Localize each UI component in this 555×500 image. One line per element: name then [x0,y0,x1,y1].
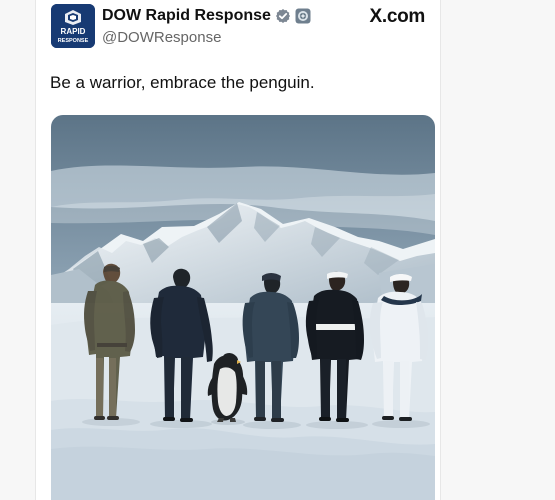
avatar-text-line-2: RESPONSE [58,38,89,44]
post-image[interactable] [51,115,435,500]
source-label[interactable]: X.com [369,6,425,28]
user-handle[interactable]: @DOWResponse [102,29,322,46]
avatar-text-line-1: RAPID [61,27,86,36]
display-name[interactable]: DOW Rapid Response [102,7,271,25]
post-card: RAPID RESPONSE DOW Rapid Response @DOWRe… [35,0,441,500]
organization-badge-icon [295,8,311,24]
avatar[interactable]: RAPID RESPONSE [51,4,95,48]
name-row: DOW Rapid Response [102,6,322,26]
user-block: DOW Rapid Response @DOWResponse [102,6,322,48]
verified-badge-icon [275,8,291,24]
post-header: RAPID RESPONSE DOW Rapid Response @DOWRe… [51,4,436,54]
source-link[interactable]: X.com [369,6,425,28]
page: RAPID RESPONSE DOW Rapid Response @DOWRe… [0,0,555,500]
post-text: Be a warrior, embrace the penguin. [50,73,315,92]
